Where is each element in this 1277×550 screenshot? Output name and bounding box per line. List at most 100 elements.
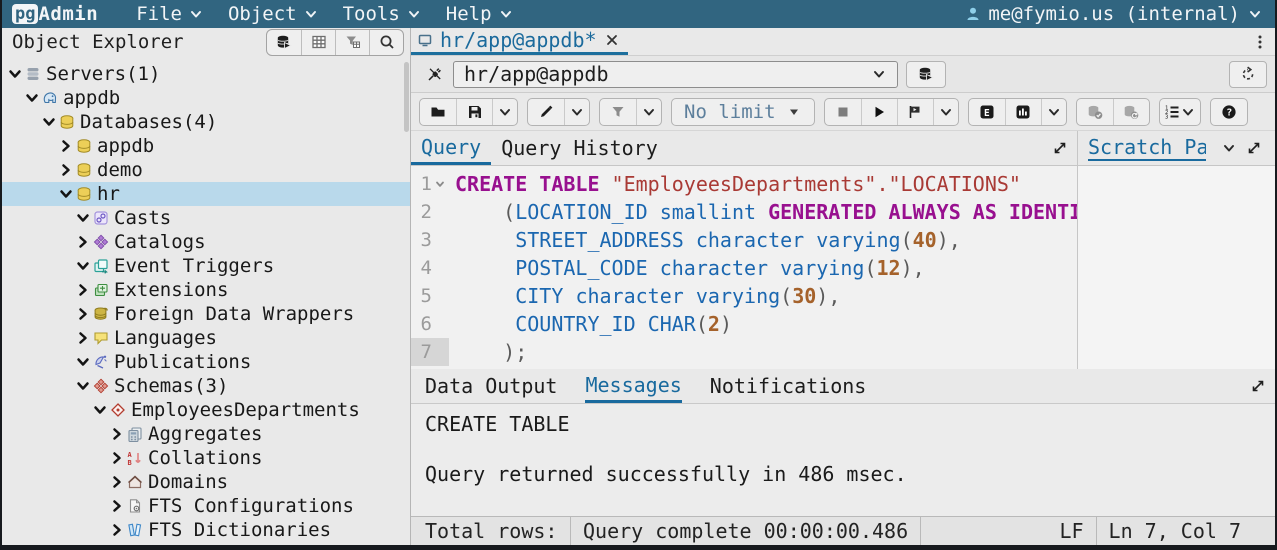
chevron-right-icon[interactable] (108, 450, 125, 466)
scratch-pad-body[interactable] (1078, 166, 1275, 369)
close-icon[interactable] (604, 32, 620, 48)
connection-status-button[interactable] (417, 60, 453, 88)
chevron-right-icon[interactable] (108, 474, 125, 490)
rollback-button[interactable] (1113, 99, 1149, 125)
chevron-down-icon[interactable] (74, 258, 91, 274)
code-line-6[interactable]: COUNTRY_ID CHAR(2) (455, 310, 1077, 338)
chevron-down-icon[interactable] (1221, 140, 1237, 156)
code-line-5[interactable]: CITY character varying(30), (455, 282, 1077, 310)
output-maximize-button[interactable] (1241, 369, 1275, 403)
tree-item-fts-dictionaries[interactable]: FTS Dictionaries (2, 518, 410, 542)
tree-item-domains[interactable]: Domains (2, 470, 410, 494)
chevron-down-icon[interactable] (57, 186, 74, 202)
tree-item-fts-configurations[interactable]: FTS Configurations (2, 494, 410, 518)
chevron-down-icon[interactable] (74, 210, 91, 226)
scratch-maximize-button[interactable] (1237, 140, 1271, 156)
code-line-7[interactable]: ); (455, 338, 1077, 366)
chevron-right-icon[interactable] (108, 426, 125, 442)
code-line-1[interactable]: CREATE TABLE "EmployeesDepartments"."LOC… (455, 170, 1077, 198)
explain-button[interactable]: E (969, 99, 1005, 125)
gutter-line-7[interactable]: 7 (411, 338, 449, 366)
tab-query[interactable]: Query (411, 131, 491, 165)
new-connection-button[interactable] (906, 61, 946, 88)
chevron-down-icon[interactable] (6, 66, 23, 82)
chevron-right-icon[interactable] (74, 234, 91, 250)
code-line-4[interactable]: POSTAL_CODE character varying(12), (455, 254, 1077, 282)
edit-button[interactable] (528, 99, 564, 125)
tree-item-hr[interactable]: hr (2, 182, 410, 206)
explain-analyze-button[interactable] (1005, 99, 1041, 125)
help-button[interactable]: ? (1211, 99, 1247, 125)
tree-item-publications[interactable]: Publications (2, 350, 410, 374)
execute-menu-button[interactable] (933, 99, 958, 125)
macros-button[interactable]: 123 (1160, 99, 1200, 125)
gutter-line-5[interactable]: 5 (411, 282, 449, 310)
code-line-2[interactable]: (LOCATION_ID smallint GENERATED ALWAYS A… (455, 198, 1077, 226)
sql-editor[interactable]: 1234567 CREATE TABLE "EmployeesDepartmen… (411, 166, 1077, 369)
reset-layout-button[interactable] (1229, 61, 1267, 88)
chevron-down-icon[interactable] (74, 378, 91, 394)
chevron-right-icon[interactable] (57, 138, 74, 154)
sidebar-scrollbar[interactable] (404, 62, 409, 132)
tree-item-event-triggers[interactable]: Event Triggers (2, 254, 410, 278)
menu-help[interactable]: Help (434, 0, 526, 28)
editor-maximize-button[interactable] (1043, 131, 1077, 165)
gutter-line-6[interactable]: 6 (411, 310, 449, 338)
gutter-line-1[interactable]: 1 (411, 170, 449, 198)
tree-item-appdb[interactable]: appdb (2, 134, 410, 158)
chevron-down-icon[interactable] (23, 90, 40, 106)
tab-query-history[interactable]: Query History (491, 131, 668, 165)
chevron-down-icon[interactable] (40, 114, 57, 130)
dependencies-button[interactable] (301, 30, 335, 55)
editor-code[interactable]: CREATE TABLE "EmployeesDepartments"."LOC… (449, 170, 1077, 369)
stop-button[interactable] (825, 99, 861, 125)
quick-search-button[interactable] (267, 30, 301, 55)
tab-data-output[interactable]: Data Output (425, 369, 557, 403)
tree-item-schemas-3-[interactable]: Schemas(3) (2, 374, 410, 398)
fold-chevron-icon[interactable] (432, 178, 447, 190)
tree-item-servers-1-[interactable]: Servers(1) (2, 62, 410, 86)
chevron-down-icon[interactable] (74, 354, 91, 370)
eol-indicator[interactable]: LF (1047, 517, 1095, 545)
tab-scratch-pad[interactable]: Scratch Pad (1088, 135, 1206, 161)
row-limit-select[interactable]: No limit (672, 99, 814, 125)
code-line-3[interactable]: STREET_ADDRESS character varying(40), (455, 226, 1077, 254)
filter-tree-button[interactable] (335, 30, 369, 55)
chevron-right-icon[interactable] (74, 282, 91, 298)
save-menu-button[interactable] (492, 99, 517, 125)
tree-item-extensions[interactable]: Extensions (2, 278, 410, 302)
tree-item-casts[interactable]: Casts (2, 206, 410, 230)
filter-button[interactable] (600, 99, 636, 125)
menu-object[interactable]: Object (216, 0, 331, 28)
commit-button[interactable] (1077, 99, 1113, 125)
filter-menu-button[interactable] (636, 99, 661, 125)
menu-tools[interactable]: Tools (331, 0, 434, 28)
tree-item-demo[interactable]: demo (2, 158, 410, 182)
edit-menu-button[interactable] (564, 99, 589, 125)
open-file-button[interactable] (420, 99, 456, 125)
chevron-right-icon[interactable] (108, 498, 125, 514)
search-objects-button[interactable] (369, 30, 403, 55)
tree-item-collations[interactable]: ABCollations (2, 446, 410, 470)
tree-item-catalogs[interactable]: Catalogs (2, 230, 410, 254)
gutter-line-4[interactable]: 4 (411, 254, 449, 282)
tab-notifications[interactable]: Notifications (710, 369, 867, 403)
execute-options-button[interactable] (897, 99, 933, 125)
connection-select[interactable]: hr/app@appdb (453, 61, 898, 88)
querytool-tab[interactable]: hr/app@appdb* (411, 28, 628, 55)
tree-item-appdb[interactable]: appdb (2, 86, 410, 110)
tree-item-aggregates[interactable]: Aggregates (2, 422, 410, 446)
chevron-right-icon[interactable] (74, 306, 91, 322)
gutter-line-3[interactable]: 3 (411, 226, 449, 254)
tree-item-databases-4-[interactable]: Databases(4) (2, 110, 410, 134)
save-file-button[interactable] (456, 99, 492, 125)
menu-file[interactable]: File (124, 0, 216, 28)
chevron-right-icon[interactable] (74, 330, 91, 346)
explain-menu-button[interactable] (1041, 99, 1066, 125)
user-menu[interactable]: me@fymio.us (internal) (965, 3, 1263, 25)
chevron-down-icon[interactable] (91, 402, 108, 418)
chevron-right-icon[interactable] (108, 522, 125, 538)
tree-item-employeesdepartments[interactable]: EmployeesDepartments (2, 398, 410, 422)
tree-item-languages[interactable]: Languages (2, 326, 410, 350)
tabbar-menu-button[interactable] (1245, 28, 1275, 55)
